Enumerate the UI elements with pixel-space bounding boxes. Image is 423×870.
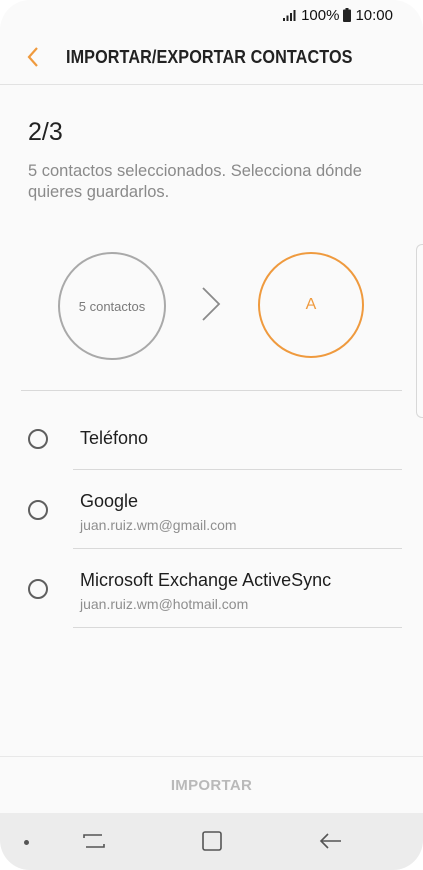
battery-icon (343, 8, 352, 22)
target-circle: A (258, 252, 364, 358)
step-indicator: 2/3 (28, 118, 63, 146)
option-subtitle: juan.ruiz.wm@gmail.com (80, 517, 237, 533)
page-title: IMPORTAR/EXPORTAR CONTACTOS (66, 47, 353, 67)
radio-button[interactable] (28, 500, 48, 520)
option-exchange[interactable]: Microsoft Exchange ActiveSync juan.ruiz.… (0, 549, 423, 628)
status-icons: 100% 10:00 (283, 6, 393, 24)
storage-options: Teléfono Google juan.ruiz.wm@gmail.com M… (0, 391, 423, 628)
header-divider (0, 84, 423, 85)
back-arrow-icon[interactable] (317, 829, 345, 853)
import-button[interactable]: IMPORTAR (0, 757, 423, 813)
radio-button[interactable] (28, 429, 48, 449)
recent-apps-icon[interactable] (80, 829, 108, 853)
transfer-flow: 5 contactos A (0, 250, 423, 360)
signal-icon (283, 10, 296, 21)
source-label: 5 contactos (78, 298, 146, 314)
option-subtitle: juan.ruiz.wm@hotmail.com (80, 596, 249, 612)
radio-button[interactable] (28, 579, 48, 599)
navigation-bar (0, 813, 423, 870)
dot-icon[interactable] (24, 840, 29, 845)
chevron-right-icon (202, 287, 221, 321)
option-title: Teléfono (80, 428, 149, 448)
target-label: A (305, 296, 317, 313)
home-icon[interactable] (198, 829, 226, 853)
option-title: Google (80, 491, 139, 511)
clock: 10:00 (355, 6, 393, 24)
option-telefono[interactable]: Teléfono (0, 391, 423, 470)
chevron-left-icon (27, 47, 38, 67)
app-header: IMPORTAR/EXPORTAR CONTACTOS (0, 30, 423, 84)
source-circle: 5 contactos (58, 252, 166, 360)
phone-screen: 100% 10:00 IMPORTAR/EXPORTAR CONTACTOS 2… (0, 0, 423, 870)
back-button[interactable] (22, 44, 44, 70)
option-title: Microsoft Exchange ActiveSync (80, 570, 332, 590)
step-description: 5 contactos seleccionados. Selecciona dó… (28, 162, 362, 201)
battery-percent: 100% (301, 6, 340, 24)
option-divider (73, 627, 402, 628)
status-bar: 100% 10:00 (0, 0, 423, 30)
option-google[interactable]: Google juan.ruiz.wm@gmail.com (0, 470, 423, 549)
